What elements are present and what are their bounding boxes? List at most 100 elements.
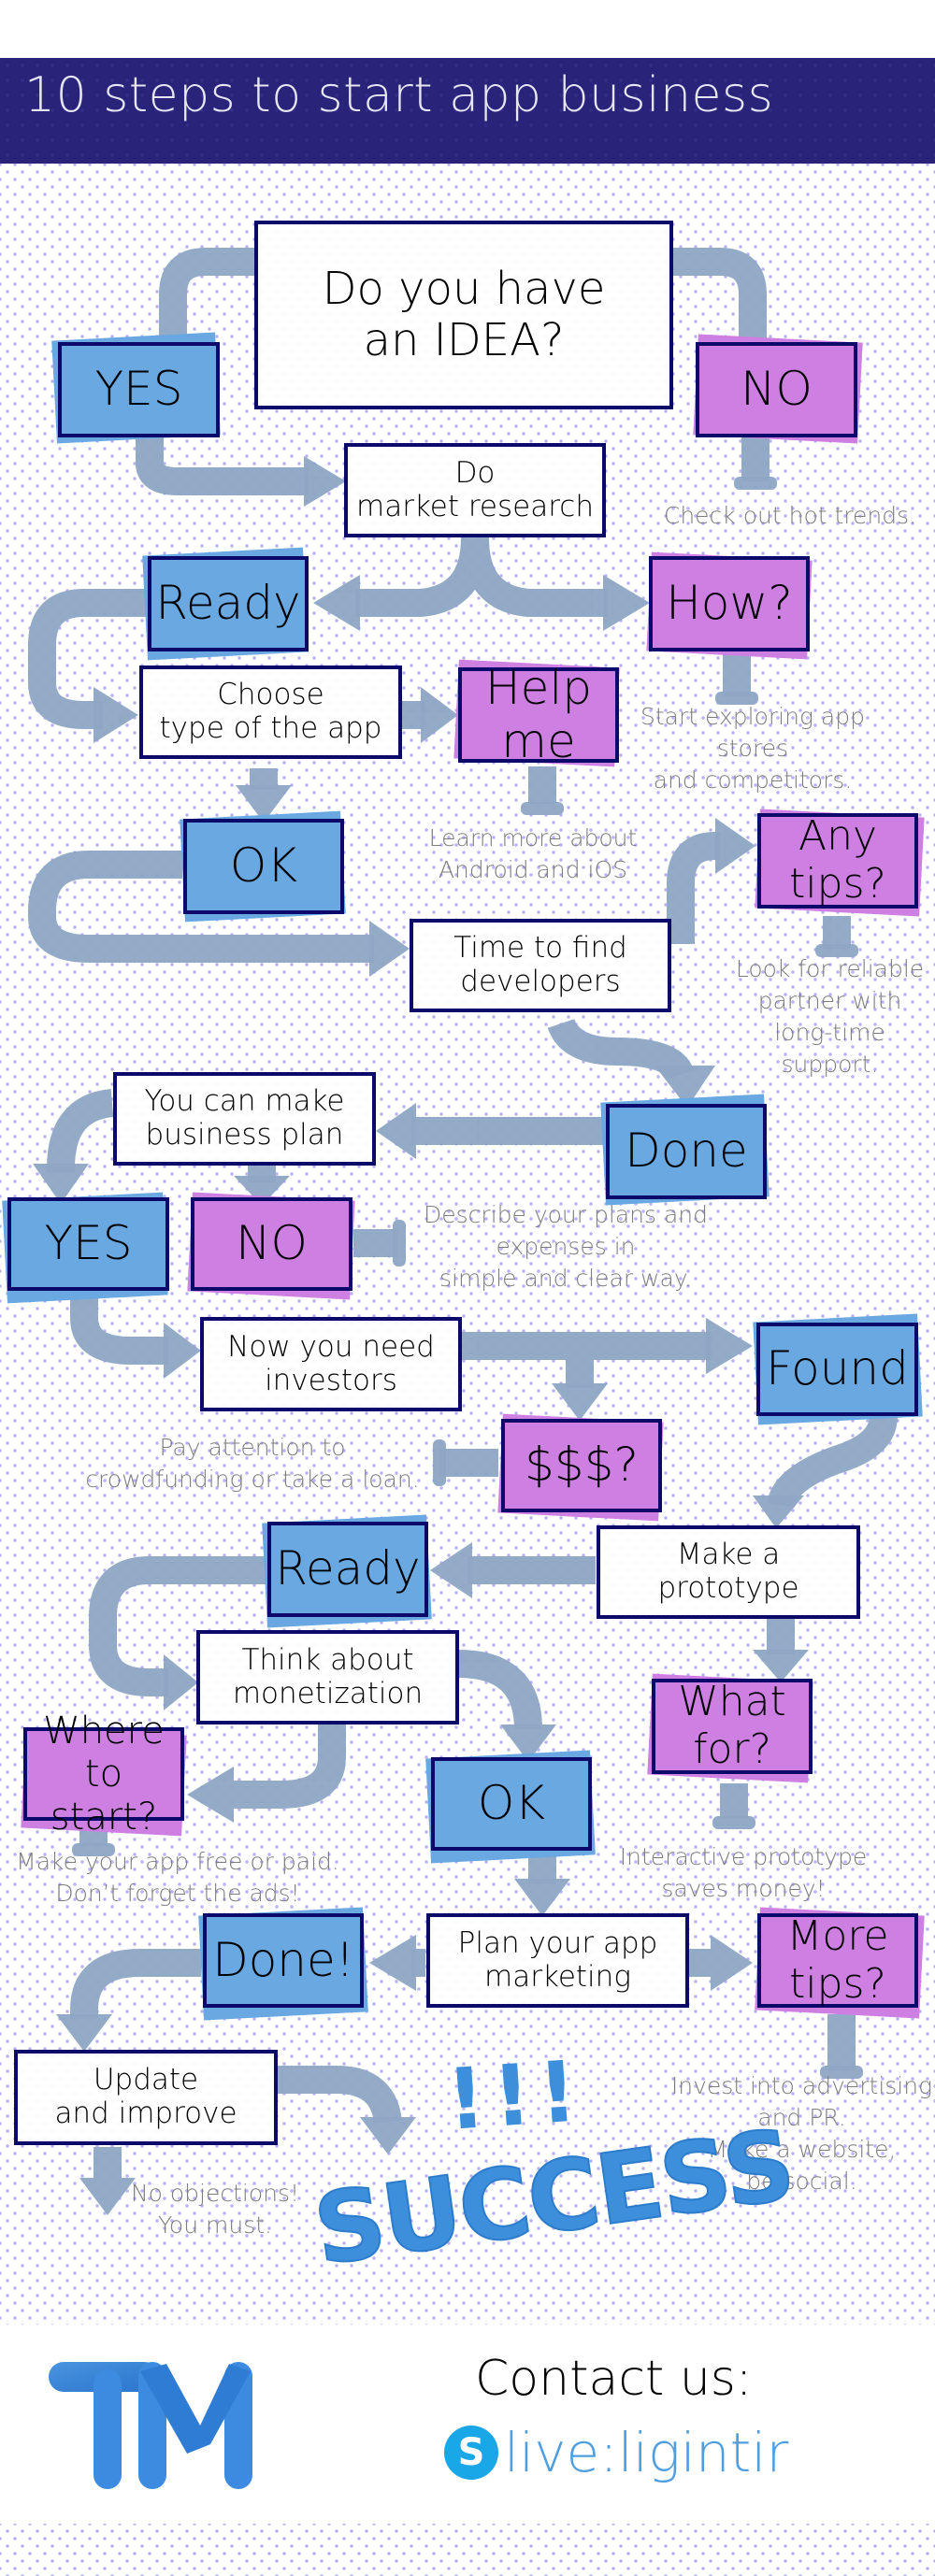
note-line: Don’t forget the ads! bbox=[55, 1880, 300, 1907]
arrowhead-to-ready bbox=[313, 575, 360, 631]
more-tips-box: More tips? bbox=[757, 1911, 918, 2008]
where-to-start-box: Where to start? bbox=[23, 1710, 184, 1839]
any-tips-box: Any tips? bbox=[757, 813, 918, 909]
arrowhead-to-moretips bbox=[711, 1935, 753, 1991]
arrowhead-to-research bbox=[304, 456, 346, 507]
note-free-or-paid: Make your app free or paid. Don’t forget … bbox=[9, 1846, 346, 1910]
arrowhead-to-plan bbox=[376, 1103, 416, 1159]
pipe-update-to-success bbox=[276, 2066, 402, 2125]
prototype-line-2: prototype bbox=[657, 1571, 799, 1605]
done-box-2: Done! bbox=[203, 1913, 364, 2008]
tips-line-1: Any bbox=[798, 812, 878, 861]
tm-logo bbox=[49, 2362, 252, 2489]
pipe-idea-to-no bbox=[673, 248, 767, 346]
note-line: No objections! bbox=[130, 2180, 300, 2207]
note-line: saves money! bbox=[661, 1875, 826, 1902]
arrowhead-to-prototype bbox=[753, 1496, 804, 1528]
pipe-dev-to-tips bbox=[667, 832, 729, 944]
skype-contact[interactable]: S live:ligintir bbox=[444, 2421, 788, 2484]
whatfor-line-1: What bbox=[678, 1678, 786, 1726]
moretips-line-1: More bbox=[786, 1911, 889, 1960]
money-box: $$$? bbox=[501, 1419, 662, 1512]
ready-label: Ready bbox=[155, 576, 301, 631]
marketing-line-1: Plan your app bbox=[457, 1925, 658, 1960]
note-line: crowdfunding or take a loan. bbox=[85, 1466, 420, 1493]
note-line: Pay attention to bbox=[159, 1434, 346, 1461]
pipe-yes-to-research bbox=[136, 437, 309, 495]
note-line: long-time bbox=[774, 1019, 885, 1046]
prototype-box: Make a prototype bbox=[597, 1525, 860, 1619]
note-learn-platforms: Learn more about Android and iOS bbox=[421, 823, 645, 886]
ready-box-1: Ready bbox=[148, 556, 309, 651]
tips-line-2: tips? bbox=[789, 860, 886, 908]
arrowhead-to-success bbox=[360, 2117, 416, 2154]
done-label: Done! bbox=[212, 1932, 354, 1987]
arrowhead-to-ready2 bbox=[430, 1542, 472, 1598]
monetize-line-2: monetization bbox=[232, 1676, 424, 1710]
note-interactive-prototype: Interactive prototype saves money! bbox=[617, 1841, 870, 1905]
prototype-line-1: Make a bbox=[676, 1538, 781, 1572]
how-box: How? bbox=[649, 556, 810, 651]
arrowhead-to-where bbox=[187, 1767, 234, 1823]
note-line: simple and clear way. bbox=[439, 1265, 692, 1292]
arrowhead-to-done2 bbox=[369, 1935, 416, 1991]
choose-line-1: Choose bbox=[217, 678, 324, 712]
how-label: How? bbox=[666, 576, 793, 631]
pipe-yes-to-investors bbox=[70, 1295, 168, 1365]
plan-line-2: business plan bbox=[145, 1118, 344, 1152]
logo-t-stem bbox=[94, 2369, 122, 2489]
ok-label: OK bbox=[477, 1776, 546, 1831]
arrowhead-to-monetize bbox=[164, 1654, 198, 1710]
yes-box-1: YES bbox=[58, 342, 220, 437]
note-hot-trends: Check out hot trends. bbox=[659, 500, 921, 532]
choose-line-2: type of the app bbox=[159, 711, 382, 745]
monetize-line-1: Think about bbox=[241, 1642, 414, 1677]
pipe-cap-money bbox=[433, 1439, 446, 1486]
dev-line-1: Time to find bbox=[453, 931, 627, 966]
pipe-done-to-update bbox=[70, 1949, 201, 2024]
idea-line-2: an IDEA? bbox=[363, 314, 565, 366]
whatfor-line-2: for? bbox=[693, 1725, 771, 1773]
note-line: and competitors. bbox=[653, 766, 853, 794]
ok-box-2: OK bbox=[431, 1757, 592, 1851]
help-line-2: me bbox=[501, 714, 576, 768]
note-line: expenses in bbox=[496, 1233, 636, 1260]
update-improve-box: Update and improve bbox=[14, 2050, 278, 2145]
idea-question-box: Do you have an IDEA? bbox=[254, 221, 673, 409]
marketing-line-2: marketing bbox=[484, 1959, 631, 1994]
found-label: Found bbox=[766, 1341, 909, 1396]
note-line: Learn more about bbox=[428, 824, 638, 852]
contact-label: Contact us: bbox=[475, 2351, 753, 2407]
arrowhead-to-tips bbox=[715, 818, 755, 874]
yes-label: YES bbox=[44, 1216, 133, 1271]
where-line-1: Where bbox=[43, 1710, 165, 1753]
money-label: $$$? bbox=[525, 1438, 639, 1493]
pipe-research-right bbox=[461, 537, 608, 617]
pipe-research-left bbox=[355, 537, 489, 617]
ready-label: Ready bbox=[275, 1541, 421, 1596]
exclamation-marks: !!! bbox=[443, 2041, 588, 2151]
ok-box-1: OK bbox=[183, 819, 344, 914]
no-box-1: NO bbox=[696, 342, 857, 437]
note-explore-stores: Start exploring app stores and competitors… bbox=[636, 701, 870, 796]
found-box: Found bbox=[756, 1323, 918, 1416]
note-line: Describe your plans and bbox=[424, 1201, 708, 1228]
idea-line-1: Do you have bbox=[322, 262, 606, 315]
arrowhead-to-help bbox=[421, 687, 458, 743]
research-line-1: Do bbox=[454, 455, 496, 490]
marketing-box: Plan your app marketing bbox=[426, 1913, 689, 2008]
skype-id-link[interactable]: live:ligintir bbox=[504, 2421, 788, 2484]
done-label: Done bbox=[625, 1123, 748, 1179]
investors-box: Now you need investors bbox=[200, 1317, 462, 1411]
arrowhead-to-marketing bbox=[514, 1879, 570, 1916]
dotted-background-bottom bbox=[0, 2524, 935, 2576]
note-line: Look for reliable bbox=[735, 955, 925, 982]
ok-label: OK bbox=[229, 838, 298, 894]
arrowhead-to-update bbox=[56, 2014, 112, 2052]
arrowhead-to-choose bbox=[94, 687, 138, 743]
market-research-box: Do market research bbox=[344, 443, 606, 537]
help-line-1: Help bbox=[485, 660, 592, 715]
note-crowdfunding: Pay attention to crowdfunding or take a l… bbox=[79, 1432, 425, 1496]
yes-box-2: YES bbox=[7, 1197, 169, 1291]
choose-type-box: Choose type of the app bbox=[139, 665, 402, 759]
